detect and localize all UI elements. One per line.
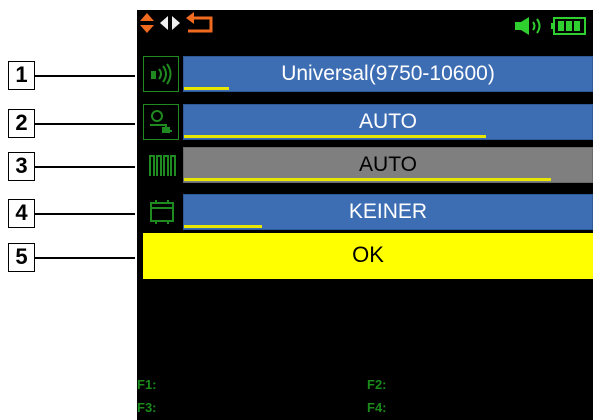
- diseqc-progress: [184, 135, 486, 138]
- modulation-field[interactable]: AUTO: [183, 147, 593, 183]
- f4-key-label[interactable]: F4:: [367, 400, 387, 415]
- nav-icons: [139, 11, 215, 39]
- modulation-progress: [184, 178, 552, 181]
- f1-key-label[interactable]: F1:: [137, 377, 157, 392]
- diseqc-value: AUTO: [359, 110, 417, 133]
- module-field[interactable]: KEINER: [183, 194, 593, 230]
- module-progress: [184, 225, 262, 228]
- setting-row-modulation: AUTO: [143, 147, 593, 185]
- lnb-signal-icon: [143, 56, 179, 92]
- battery-icon: [551, 17, 587, 40]
- lnb-type-field[interactable]: Universal(9750-10600): [183, 56, 593, 92]
- status-bar: [137, 10, 593, 40]
- callout-leader-5: [35, 257, 135, 259]
- diseqc-switch-icon: [143, 104, 179, 140]
- left-right-arrows-icon[interactable]: [159, 14, 181, 37]
- modulation-icon: [143, 147, 179, 183]
- setting-row-diseqc: AUTO: [143, 104, 593, 142]
- lnb-type-value: Universal(9750-10600): [281, 62, 495, 85]
- callout-leader-2: [35, 123, 135, 125]
- device-screen: Universal(9750-10600) AUTO AUTO KEINER O…: [137, 10, 593, 420]
- speaker-icon: [513, 17, 551, 40]
- callout-3: 3: [8, 152, 35, 181]
- status-icons: [513, 16, 587, 41]
- up-down-arrows-icon[interactable]: [139, 12, 155, 39]
- callout-2: 2: [8, 109, 35, 138]
- callout-5: 5: [8, 243, 35, 272]
- f2-key-label[interactable]: F2:: [367, 377, 387, 392]
- lnb-type-progress: [184, 87, 229, 90]
- setting-row-lnb: Universal(9750-10600): [143, 56, 593, 94]
- callout-leader-1: [35, 75, 135, 77]
- diseqc-field[interactable]: AUTO: [183, 104, 593, 140]
- callout-leader-3: [35, 166, 135, 168]
- screen-module-icon: [143, 194, 179, 230]
- f3-key-label[interactable]: F3:: [137, 400, 157, 415]
- setting-row-module: KEINER: [143, 194, 593, 232]
- modulation-value: AUTO: [359, 153, 417, 176]
- callout-leader-4: [35, 213, 135, 215]
- module-value: KEINER: [348, 200, 428, 223]
- back-arrow-icon[interactable]: [185, 11, 215, 39]
- ok-button[interactable]: OK: [143, 233, 593, 279]
- callout-4: 4: [8, 199, 35, 228]
- callout-1: 1: [8, 61, 35, 90]
